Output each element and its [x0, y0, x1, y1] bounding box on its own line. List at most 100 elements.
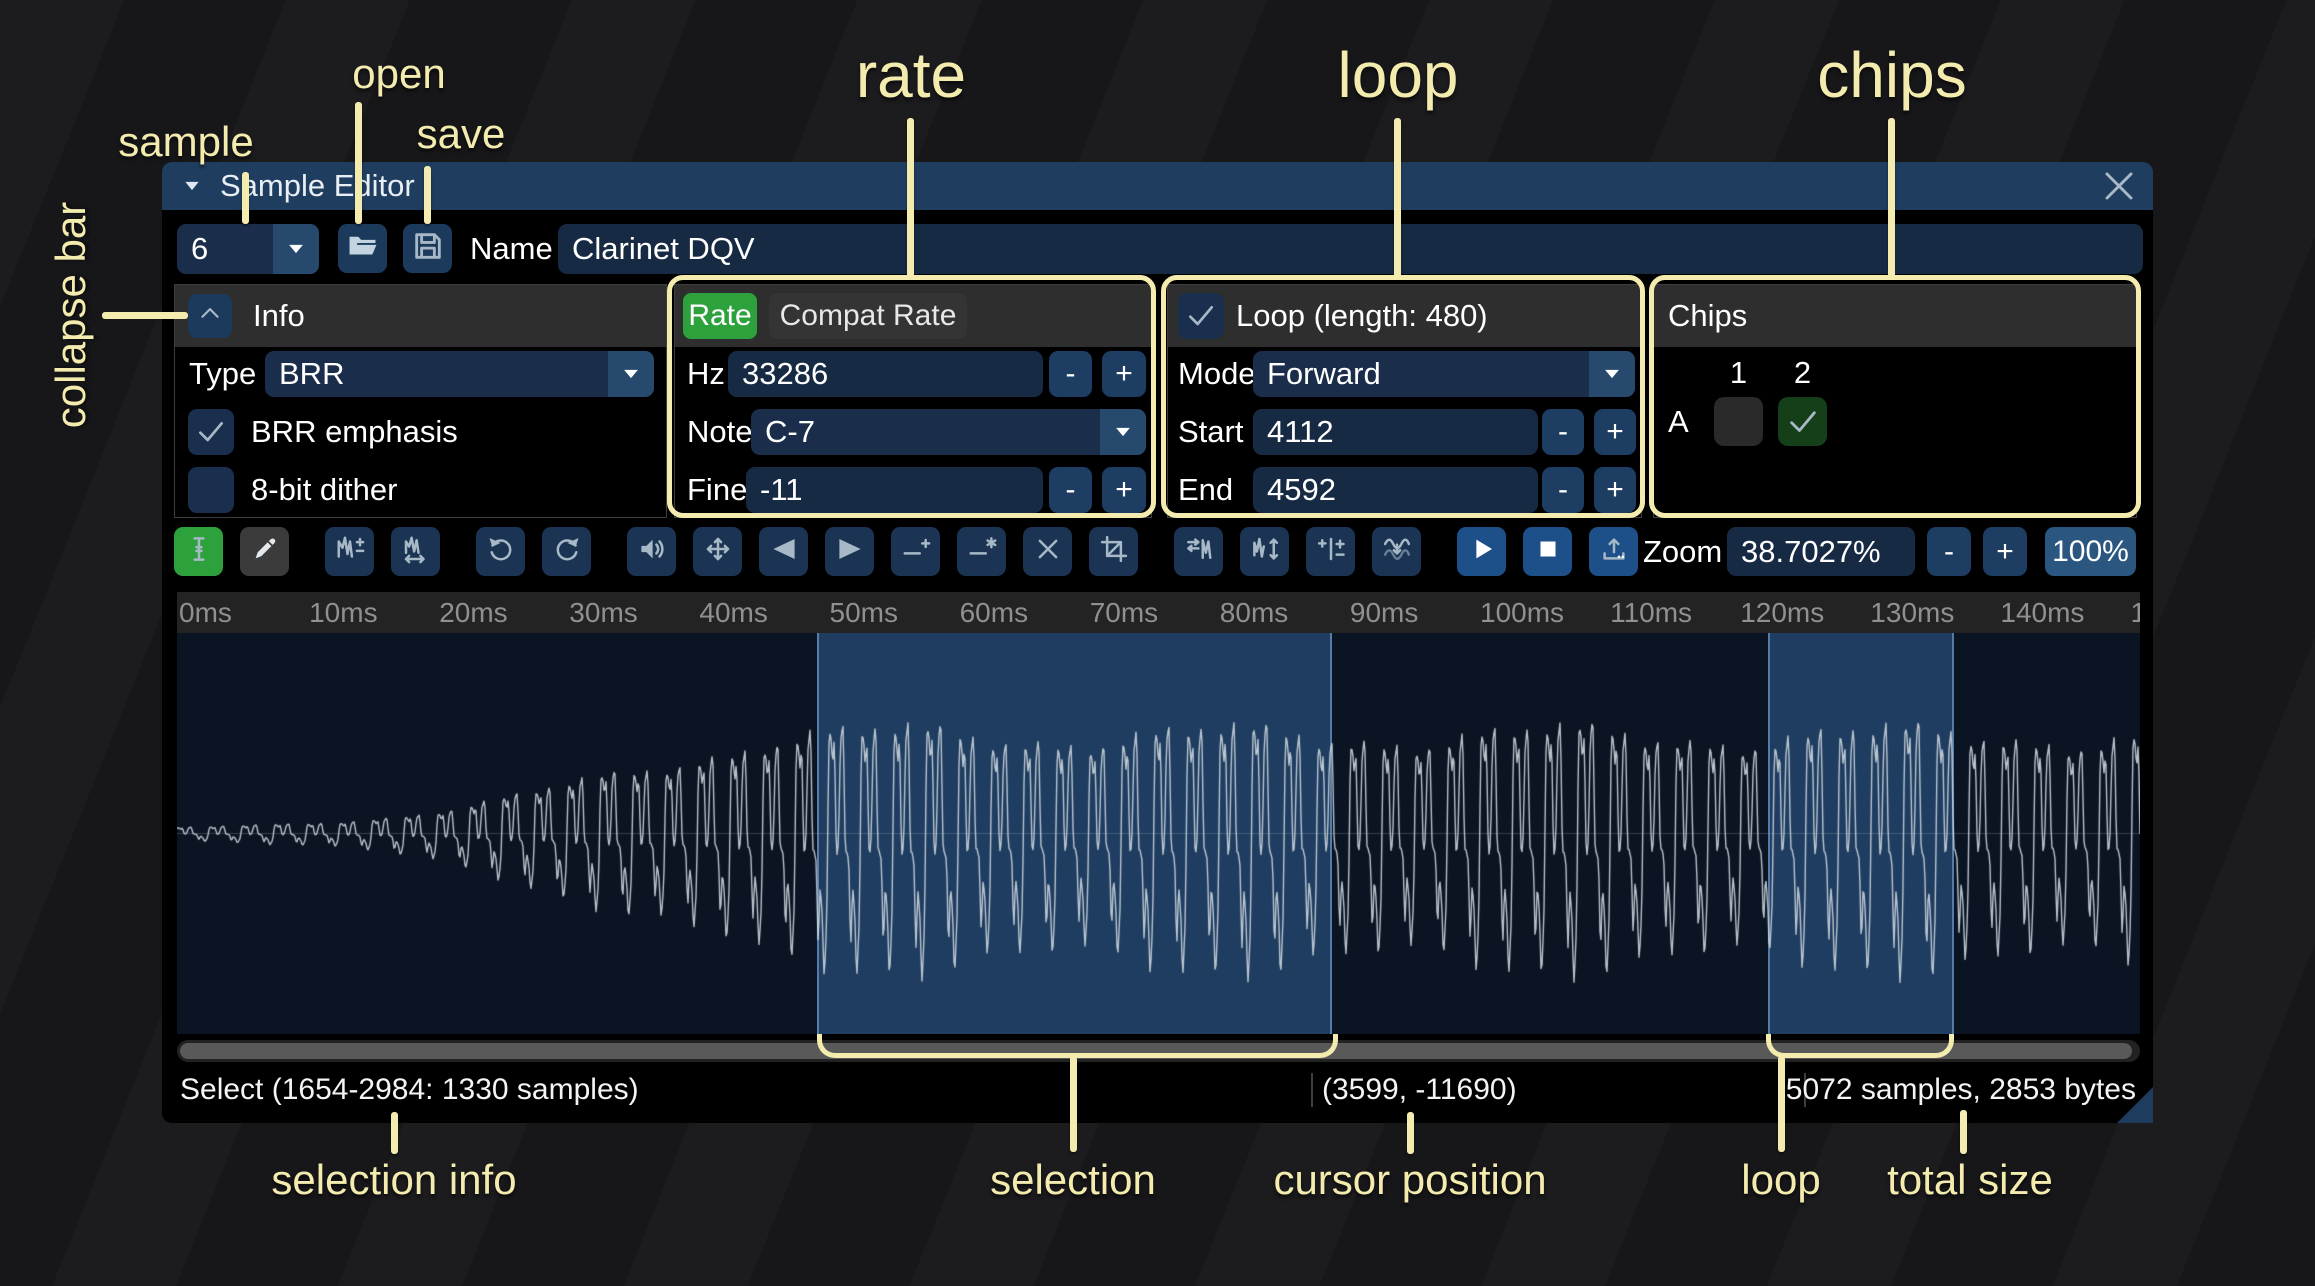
annotation-total-size-line	[1960, 1110, 1967, 1154]
resample-button[interactable]	[391, 527, 440, 576]
loop-section: Loop (length: 480) Mode Forward Start 41…	[1167, 284, 1642, 518]
loop-enable-checkbox[interactable]	[1178, 293, 1224, 339]
insert-silence-icon	[901, 534, 931, 569]
zoom-reset-button[interactable]: 100%	[2045, 527, 2136, 576]
normalize-button[interactable]	[693, 527, 742, 576]
chip-cell[interactable]	[1714, 397, 1763, 446]
hz-plus-button[interactable]: +	[1102, 351, 1146, 397]
zoom-in-button[interactable]: +	[1983, 527, 2027, 576]
annotation-collapse-bar-line	[102, 312, 188, 319]
annotation-sample-line	[242, 172, 249, 224]
ibeam-select-button[interactable]	[174, 527, 223, 576]
filter-icon	[1382, 534, 1412, 569]
reverse-button[interactable]	[1174, 527, 1223, 576]
chevron-down-icon[interactable]	[1100, 409, 1146, 455]
loop-start-plus-button[interactable]: +	[1594, 409, 1636, 455]
apply-silence-button[interactable]	[957, 527, 1006, 576]
chip-column-label: 1	[1714, 355, 1763, 391]
loop-start-minus-button[interactable]: -	[1542, 409, 1584, 455]
chips-section-title: Chips	[1668, 298, 1747, 334]
chip-row-label: A	[1668, 397, 1689, 446]
insert-silence-button[interactable]	[891, 527, 940, 576]
fine-input[interactable]: -11	[746, 467, 1043, 513]
sample-name-input[interactable]: Clarinet DQV	[558, 224, 2143, 274]
toolbar-group	[627, 527, 1138, 576]
filter-button[interactable]	[1372, 527, 1421, 576]
hz-minus-button[interactable]: -	[1049, 351, 1092, 397]
resize-button[interactable]	[325, 527, 374, 576]
hz-input[interactable]: 33286	[728, 351, 1043, 397]
window-resize-grip[interactable]	[2117, 1087, 2153, 1123]
waveform-view[interactable]	[177, 633, 2140, 1034]
loop-end-plus-button[interactable]: +	[1594, 467, 1636, 513]
loop-section-header: Loop (length: 480)	[1168, 285, 1641, 347]
chip-cell[interactable]	[1778, 397, 1827, 446]
loop-end-input[interactable]: 4592	[1253, 467, 1538, 513]
ruler-tick: 10ms	[309, 597, 377, 629]
annotation-save-line	[424, 166, 431, 224]
annotation-cursor-position-line	[1407, 1112, 1414, 1154]
open-sample-button[interactable]	[338, 224, 387, 273]
zoom-out-button[interactable]: -	[1927, 527, 1971, 576]
delete-icon	[1033, 534, 1063, 569]
loop-end-minus-button[interactable]: -	[1542, 467, 1584, 513]
annotation-open-label: open	[352, 50, 445, 98]
stop-button[interactable]	[1523, 527, 1572, 576]
ruler-tick: 40ms	[699, 597, 767, 629]
save-sample-button[interactable]	[403, 224, 452, 273]
ruler-tick: 70ms	[1090, 597, 1158, 629]
chips-section-header: Chips	[1654, 285, 2136, 347]
note-value: C-7	[765, 414, 815, 450]
undo-button[interactable]	[476, 527, 525, 576]
trim-button[interactable]	[1089, 527, 1138, 576]
tab-compat-rate[interactable]: Compat Rate	[769, 293, 967, 339]
annotation-cursor-position-label: cursor position	[1273, 1156, 1546, 1204]
amplify-button[interactable]	[627, 527, 676, 576]
brr-emphasis-checkbox[interactable]	[188, 409, 234, 455]
status-selection-info: Select (1654-2984: 1330 samples)	[180, 1067, 639, 1113]
fine-minus-button[interactable]: -	[1049, 467, 1092, 513]
trim-icon	[1099, 534, 1129, 569]
time-ruler[interactable]: 0ms10ms20ms30ms40ms50ms60ms70ms80ms90ms1…	[177, 592, 2140, 633]
scrollbar-handle[interactable]	[180, 1043, 2132, 1059]
loop-mode-dropdown[interactable]: Forward	[1253, 351, 1635, 397]
collapse-bar-button[interactable]	[188, 294, 232, 338]
ruler-tick: 150ms	[2131, 597, 2141, 629]
fine-plus-button[interactable]: +	[1102, 467, 1146, 513]
chevron-down-icon[interactable]	[273, 224, 319, 274]
invert-button[interactable]	[1240, 527, 1289, 576]
info-section-header: Info	[175, 285, 666, 347]
tab-rate[interactable]: Rate	[683, 293, 757, 339]
mode-label: Mode	[1178, 351, 1256, 397]
sample-number-dropdown[interactable]: 6	[177, 224, 319, 274]
horizontal-scrollbar[interactable]	[177, 1040, 2140, 1062]
fade-in-button[interactable]	[759, 527, 808, 576]
reverse-icon	[1184, 534, 1214, 569]
titlebar[interactable]: Sample Editor	[162, 162, 2153, 210]
8bit-dither-checkbox[interactable]	[188, 467, 234, 513]
redo-button[interactable]	[542, 527, 591, 576]
create-instrument-button[interactable]	[1589, 527, 1638, 576]
name-label: Name	[470, 224, 553, 274]
loop-start-input[interactable]: 4112	[1253, 409, 1538, 455]
chevron-down-icon[interactable]	[608, 351, 654, 397]
ruler-tick: 110ms	[1610, 597, 1692, 629]
close-icon[interactable]	[2101, 168, 2137, 204]
sample-toolbar	[174, 527, 1638, 576]
note-dropdown[interactable]: C-7	[751, 409, 1146, 455]
play-button[interactable]	[1457, 527, 1506, 576]
pencil-button[interactable]	[240, 527, 289, 576]
annotation-selection-label: selection	[990, 1156, 1156, 1204]
chevron-down-icon[interactable]	[1589, 351, 1635, 397]
window-collapse-icon[interactable]	[182, 176, 202, 196]
zoom-input[interactable]: 38.7027%	[1727, 527, 1915, 576]
open-folder-icon	[346, 229, 380, 268]
ruler-tick: 20ms	[439, 597, 507, 629]
fine-value: -11	[760, 472, 803, 508]
sample-number-value: 6	[191, 231, 208, 267]
delete-button[interactable]	[1023, 527, 1072, 576]
loop-end-value: 4592	[1267, 472, 1336, 508]
type-dropdown[interactable]: BRR	[265, 351, 654, 397]
fade-out-button[interactable]	[825, 527, 874, 576]
signed-unsigned-button[interactable]	[1306, 527, 1355, 576]
